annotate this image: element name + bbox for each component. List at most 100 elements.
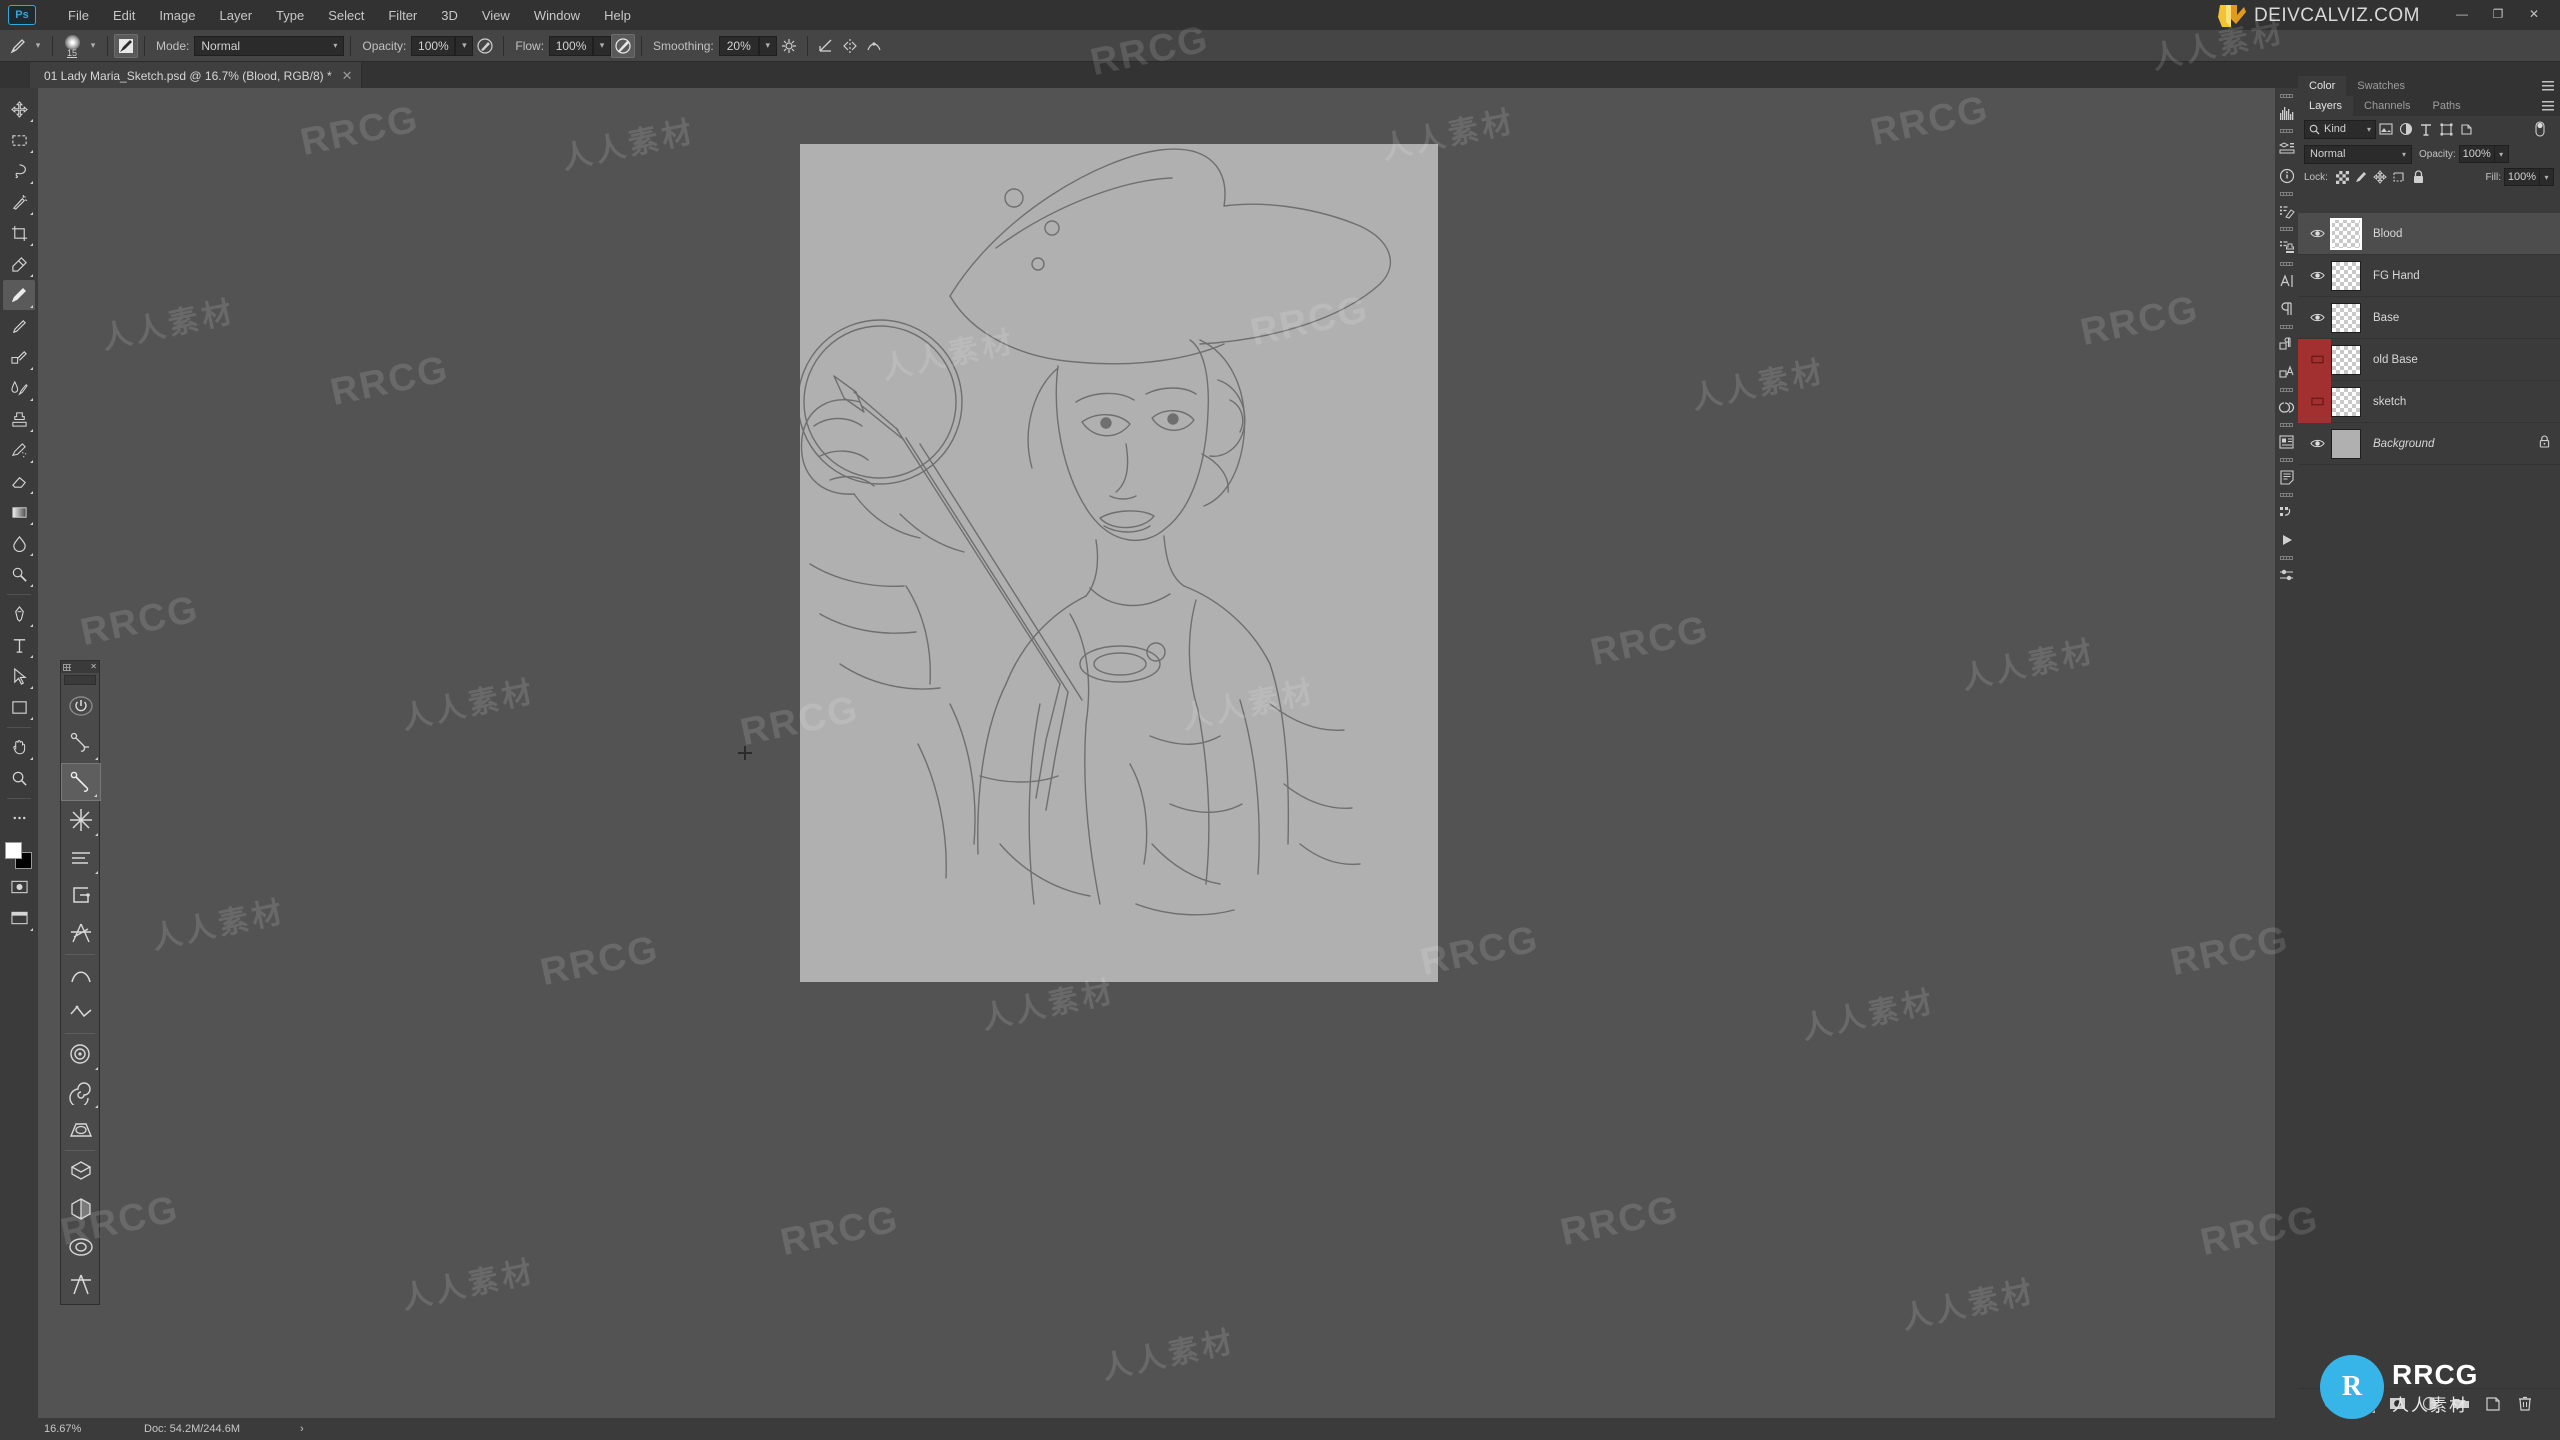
menu-image[interactable]: Image	[147, 4, 207, 27]
color-panel-menu-icon[interactable]	[2542, 81, 2554, 91]
rectangle-ruler[interactable]	[61, 877, 101, 915]
line-ruler[interactable]	[61, 763, 101, 801]
brush-panel-toggle-icon[interactable]	[114, 33, 138, 58]
shape-tool[interactable]	[3, 692, 35, 722]
menu-help[interactable]: Help	[592, 4, 643, 27]
paragraph-styles-icon[interactable]	[2275, 358, 2298, 386]
layer-row-old-base[interactable]: old Base	[2298, 338, 2560, 381]
history-brush-tool[interactable]	[3, 435, 35, 465]
pressure-opacity-toggle-icon[interactable]	[473, 34, 497, 58]
brush-preset-caret-icon[interactable]: ▾	[30, 36, 46, 56]
tab-color[interactable]: Color	[2298, 76, 2347, 96]
lazy-nezumi-panel[interactable]: ✕	[60, 660, 101, 1305]
lock-all-icon[interactable]	[2409, 168, 2428, 186]
layer-row-fg-hand[interactable]: FG Hand	[2298, 255, 2560, 297]
new-layer-icon[interactable]	[2484, 1395, 2502, 1413]
menu-window[interactable]: Window	[522, 4, 592, 27]
menu-select[interactable]: Select	[316, 4, 376, 27]
hand-tool[interactable]	[3, 732, 35, 762]
layer-visibility-toggle[interactable]	[2303, 255, 2331, 297]
tab-swatches[interactable]: Swatches	[2346, 76, 2416, 96]
clone-source-icon[interactable]	[2275, 232, 2298, 260]
menu-edit[interactable]: Edit	[101, 4, 147, 27]
screen-mode-icon[interactable]	[3, 903, 35, 933]
zoom-tool[interactable]	[3, 763, 35, 793]
creative-cloud-libraries-icon[interactable]	[2275, 393, 2298, 421]
tab-layers[interactable]: Layers	[2298, 96, 2354, 116]
opacity-caret-icon[interactable]: ▾	[455, 35, 474, 56]
layer-opacity-value[interactable]: 100%	[2458, 145, 2495, 163]
adjustment-filter-icon[interactable]	[2396, 119, 2416, 139]
eraser-tool[interactable]	[3, 466, 35, 496]
menu-3d[interactable]: 3D	[429, 4, 470, 27]
lock-image-icon[interactable]	[2352, 168, 2371, 186]
zoom-level-field[interactable]: 16.67%	[36, 1421, 108, 1437]
document-tab-close-icon[interactable]: ✕	[342, 68, 353, 84]
pencil-tool[interactable]	[3, 311, 35, 341]
edit-toolbar-icon[interactable]	[3, 803, 35, 833]
rail-grip-icon-6[interactable]	[2280, 325, 2293, 329]
filter-toggle-switch[interactable]	[2530, 119, 2550, 139]
flow-caret-icon[interactable]: ▾	[593, 35, 612, 56]
timeline-icon[interactable]	[2275, 526, 2298, 554]
clone-stamp-tool[interactable]	[3, 342, 35, 372]
layer-row-base[interactable]: Base	[2298, 297, 2560, 339]
fill-value[interactable]: 100%	[2504, 168, 2540, 186]
menu-layer[interactable]: Layer	[208, 4, 265, 27]
artboard-canvas[interactable]	[797, 144, 1438, 982]
path-select-tool[interactable]	[3, 661, 35, 691]
layer-name[interactable]: Background	[2373, 438, 2434, 450]
panel-grip-icon[interactable]	[63, 663, 71, 671]
tab-channels[interactable]: Channels	[2353, 96, 2421, 116]
menu-view[interactable]: View	[470, 4, 522, 27]
smoothing-options-icon[interactable]	[777, 34, 801, 58]
brush-angle-icon[interactable]	[814, 34, 838, 58]
layer-thumbnail[interactable]	[2331, 428, 2361, 459]
layers-panel-menu-icon[interactable]	[2542, 101, 2554, 111]
layer-thumbnail[interactable]	[2331, 344, 2361, 375]
smart-object-filter-icon[interactable]	[2456, 119, 2476, 139]
smoothing-caret-icon[interactable]: ▾	[758, 35, 777, 56]
lock-transparency-icon[interactable]	[2333, 168, 2352, 186]
move-tool[interactable]	[3, 94, 35, 124]
mode-select[interactable]: Normal ▾	[194, 35, 345, 56]
layer-row-background[interactable]: Background	[2298, 423, 2560, 465]
blur-tool[interactable]	[3, 528, 35, 558]
lattice-ruler[interactable]	[61, 915, 101, 953]
power-toggle[interactable]	[61, 687, 101, 725]
layer-name[interactable]: Base	[2373, 312, 2399, 324]
brush-presets-icon[interactable]	[2275, 197, 2298, 225]
layer-list[interactable]: Blood FG Hand Base old Base sketch Backg…	[2298, 213, 2560, 1388]
rail-grip-icon-3[interactable]	[2280, 192, 2293, 196]
lock-position-icon[interactable]	[2371, 168, 2390, 186]
eyedropper-tool[interactable]	[3, 249, 35, 279]
menu-file[interactable]: File	[56, 4, 101, 27]
tab-paths[interactable]: Paths	[2422, 96, 2472, 116]
quick-mask-icon[interactable]	[3, 872, 35, 902]
gradient-tool[interactable]	[3, 497, 35, 527]
brush-tool-indicator-icon[interactable]	[6, 34, 30, 58]
concentric-ruler[interactable]	[61, 1035, 101, 1073]
menu-type[interactable]: Type	[264, 4, 316, 27]
layer-visibility-toggle[interactable]	[2303, 297, 2331, 339]
layer-thumbnail[interactable]	[2331, 260, 2361, 291]
strength-slider[interactable]	[64, 675, 96, 685]
rail-grip-icon-2[interactable]	[2280, 129, 2293, 133]
pin-ruler[interactable]	[61, 725, 101, 763]
marquee-tool[interactable]	[3, 125, 35, 155]
character-icon[interactable]	[2275, 267, 2298, 295]
rail-grip-icon-5[interactable]	[2280, 262, 2293, 266]
spiral-ruler[interactable]	[61, 1073, 101, 1111]
pixel-filter-icon[interactable]	[2376, 119, 2396, 139]
polyline-ruler[interactable]	[61, 994, 101, 1032]
layer-name[interactable]: sketch	[2373, 396, 2406, 408]
rail-grip-icon-11[interactable]	[2280, 556, 2293, 560]
parallel-ruler[interactable]	[61, 839, 101, 877]
opacity-input[interactable]: 100%	[411, 35, 456, 56]
symmetry-icon[interactable]	[838, 34, 862, 58]
rail-grip-icon-9[interactable]	[2280, 458, 2293, 462]
layer-name[interactable]: old Base	[2373, 354, 2418, 366]
tablet-pressure-size-icon[interactable]	[862, 34, 886, 58]
brush-size-preview[interactable]: 15	[59, 34, 85, 58]
layer-row-blood[interactable]: Blood	[2298, 213, 2560, 255]
